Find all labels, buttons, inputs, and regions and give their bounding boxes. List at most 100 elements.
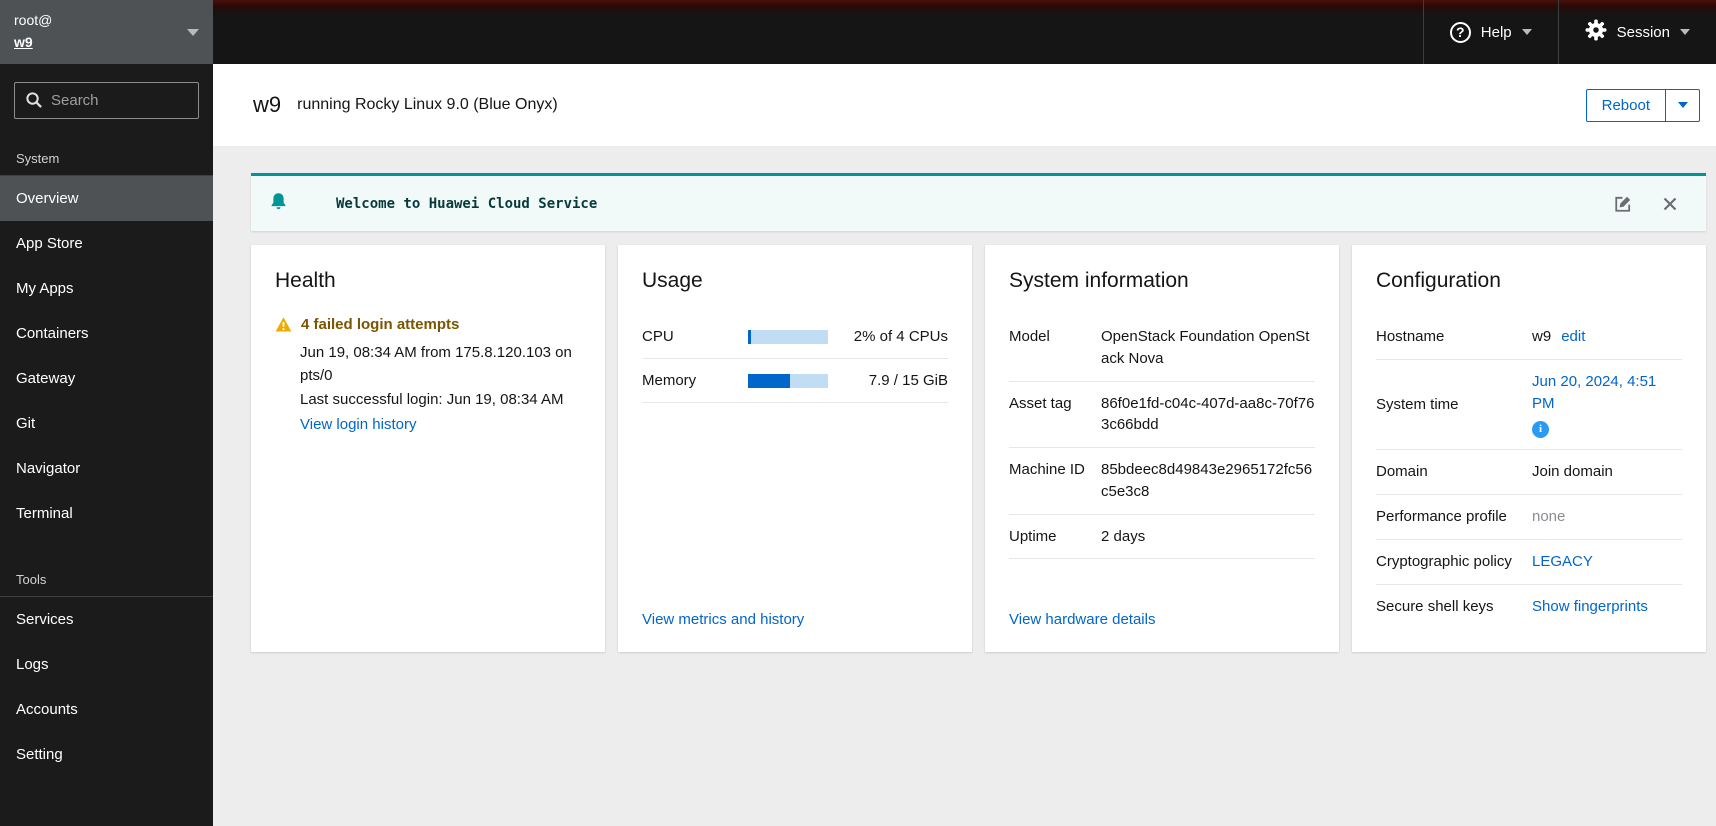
reboot-button[interactable]: Reboot <box>1585 88 1666 122</box>
uptime-label: Uptime <box>1009 527 1057 545</box>
health-card: Health 4 failed login attempts Jun 19, 0… <box>251 245 605 653</box>
sidebar-search <box>14 82 199 119</box>
usage-card-title: Usage <box>642 269 703 292</box>
system-time-label: System time <box>1376 395 1459 413</box>
cockpit-app: root@ w9 System Overview App Store My Ap… <box>0 0 1716 826</box>
edit-icon[interactable] <box>1612 193 1634 215</box>
nav-gap <box>0 536 213 558</box>
session-label: Session <box>1616 23 1670 41</box>
system-information-card: System information Model OpenStack Found… <box>985 245 1339 653</box>
view-metrics-link[interactable]: View metrics and history <box>642 611 948 628</box>
main-content: w9 running Rocky Linux 9.0 (Blue Onyx) R… <box>213 64 1716 826</box>
sidebar-item-services[interactable]: Services <box>0 597 213 642</box>
sidebar-item-navigator[interactable]: Navigator <box>0 446 213 491</box>
chevron-down-icon <box>1521 29 1532 35</box>
configuration-card: Configuration Hostname w9 edit System ti… <box>1352 245 1706 653</box>
info-icon[interactable]: i <box>1532 421 1549 439</box>
session-menu[interactable]: Session <box>1557 0 1716 64</box>
sidebar-item-accounts[interactable]: Accounts <box>0 687 213 732</box>
alert-line1: Jun 19, 08:34 AM from 175.8.120.103 on p… <box>300 344 572 385</box>
sidebar-item-terminal[interactable]: Terminal <box>0 491 213 536</box>
configuration-card-title: Configuration <box>1376 269 1501 292</box>
system-time-link[interactable]: Jun 20, 2024, 4:51 PM <box>1532 371 1682 415</box>
sidebar-section-system: System <box>16 151 60 166</box>
brand-host: w9 <box>14 33 33 50</box>
performance-profile-value: none <box>1532 508 1566 525</box>
machine-id-value: 85bdeec8d49843e2965172fc56c5e3c8 <box>1101 461 1313 500</box>
os-description: running Rocky Linux 9.0 (Blue Onyx) <box>297 96 558 113</box>
reboot-split-button: Reboot <box>1585 88 1700 122</box>
model-label: Model <box>1009 328 1050 345</box>
asset-tag-row: Asset tag 86f0e1fd-c04c-407d-aa8c-70f763… <box>1009 382 1315 448</box>
overview-cards: Health 4 failed login attempts Jun 19, 0… <box>251 245 1706 653</box>
machine-id-label: Machine ID <box>1009 461 1085 478</box>
uptime-value: 2 days <box>1101 527 1146 545</box>
usage-card: Usage CPU 2% of 4 CPUs Memory 7.9 / 15 G… <box>618 245 972 653</box>
cpu-value: 2% of 4 CPUs <box>853 328 948 345</box>
cryptographic-policy-label: Cryptographic policy <box>1376 552 1512 570</box>
domain-label: Domain <box>1376 463 1428 481</box>
hostname-row: Hostname w9 edit <box>1376 315 1682 360</box>
view-hardware-details-link[interactable]: View hardware details <box>1009 611 1315 628</box>
performance-profile-label: Performance profile <box>1376 508 1507 525</box>
view-login-history-link[interactable]: View login history <box>300 413 416 436</box>
banner-title: Welcome to Huawei Cloud Service <box>336 195 598 212</box>
asset-tag-value: 86f0e1fd-c04c-407d-aa8c-70f763c66bdd <box>1101 394 1315 434</box>
page-title-hostname: w9 <box>253 92 282 117</box>
alert-line2: Last successful login: Jun 19, 08:34 AM <box>300 390 564 408</box>
alert-description: Jun 19, 08:34 AM from 175.8.120.103 on p… <box>300 341 581 436</box>
chevron-down-icon <box>187 28 199 36</box>
close-icon[interactable] <box>1660 194 1680 214</box>
page-header: w9 running Rocky Linux 9.0 (Blue Onyx) R… <box>213 64 1716 146</box>
sidebar-item-overview[interactable]: Overview <box>0 176 213 221</box>
masthead: ? Help Session <box>213 0 1716 64</box>
sidebar-item-app-store[interactable]: App Store <box>0 221 213 266</box>
brand-user: root@ <box>14 12 53 29</box>
memory-progress-bar <box>748 373 828 388</box>
hostname-edit-link[interactable]: edit <box>1561 326 1585 348</box>
cryptographic-policy-row: Cryptographic policy LEGACY <box>1376 540 1682 585</box>
bell-icon <box>269 192 288 216</box>
reboot-dropdown-toggle[interactable] <box>1666 88 1700 122</box>
asset-tag-label: Asset tag <box>1009 394 1072 412</box>
uptime-row: Uptime 2 days <box>1009 515 1315 560</box>
model-row: Model OpenStack Foundation OpenStack Nov… <box>1009 315 1315 382</box>
memory-value: 7.9 / 15 GiB <box>868 372 948 389</box>
cpu-progress-bar <box>748 329 828 344</box>
alert-title: 4 failed login attempts <box>301 316 460 333</box>
domain-row: Domain Join domain <box>1376 450 1682 495</box>
secure-shell-keys-row: Secure shell keys Show fingerprints <box>1376 585 1682 629</box>
system-time-row: System time Jun 20, 2024, 4:51 PM i <box>1376 360 1682 451</box>
sidebar-item-containers[interactable]: Containers <box>0 311 213 356</box>
health-card-title: Health <box>275 269 336 292</box>
host-switcher[interactable]: root@ w9 <box>0 0 213 64</box>
sidebar: root@ w9 System Overview App Store My Ap… <box>0 0 213 826</box>
help-menu[interactable]: ? Help <box>1422 0 1558 64</box>
hostname-value: w9 <box>1532 328 1552 345</box>
sidebar-item-gateway[interactable]: Gateway <box>0 356 213 401</box>
performance-profile-row: Performance profile none <box>1376 495 1682 540</box>
hostname-label: Hostname <box>1376 328 1445 345</box>
memory-usage-row: Memory 7.9 / 15 GiB <box>642 359 948 403</box>
cpu-label: CPU <box>642 328 674 345</box>
host-switcher-text: root@ w9 <box>14 10 187 53</box>
chevron-down-icon <box>1680 29 1690 35</box>
gear-icon <box>1585 19 1607 46</box>
sidebar-item-git[interactable]: Git <box>0 401 213 446</box>
warning-triangle-icon <box>275 316 292 338</box>
cryptographic-policy-link[interactable]: LEGACY <box>1532 551 1682 573</box>
secure-shell-keys-label: Secure shell keys <box>1376 597 1494 615</box>
show-fingerprints-link[interactable]: Show fingerprints <box>1532 596 1682 618</box>
join-domain-value[interactable]: Join domain <box>1532 461 1682 483</box>
search-icon <box>25 91 43 114</box>
system-info-card-title: System information <box>1009 269 1189 292</box>
sidebar-item-logs[interactable]: Logs <box>0 642 213 687</box>
sidebar-item-my-apps[interactable]: My Apps <box>0 266 213 311</box>
page-body: Welcome to Huawei Cloud Service Health 4… <box>213 146 1716 653</box>
motd-banner: Welcome to Huawei Cloud Service <box>251 173 1706 231</box>
failed-login-alert: 4 failed login attempts <box>275 315 581 338</box>
help-icon: ? <box>1449 21 1471 43</box>
sidebar-item-setting[interactable]: Setting <box>0 732 213 777</box>
cpu-usage-row: CPU 2% of 4 CPUs <box>642 315 948 359</box>
help-label: Help <box>1480 23 1512 41</box>
